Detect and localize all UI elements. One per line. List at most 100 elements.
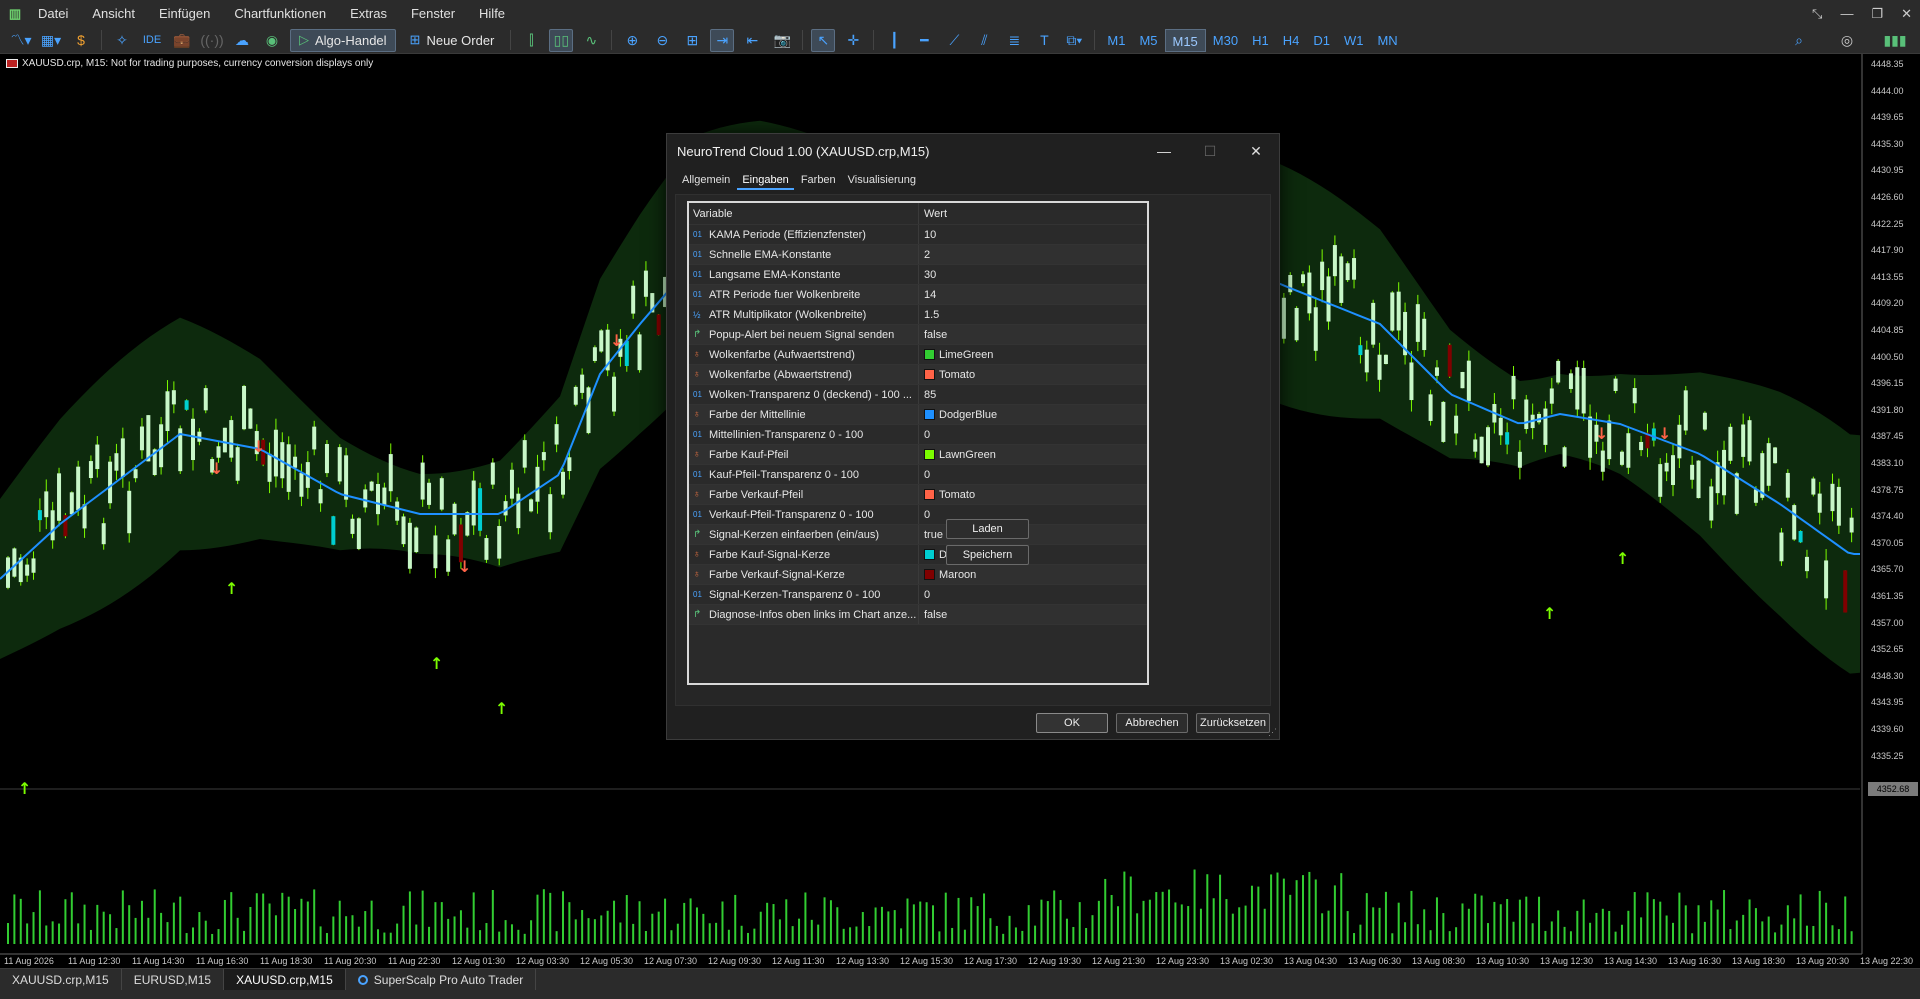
param-row[interactable]: ♁ Farbe der Mittellinie DodgerBlue xyxy=(689,405,1147,425)
menu-chartfunktionen[interactable]: Chartfunktionen xyxy=(222,0,338,27)
param-row[interactable]: ↱ Signal-Kerzen einfaerben (ein/aus) true xyxy=(689,525,1147,545)
param-row[interactable]: 01 Kauf-Pfeil-Transparenz 0 - 100 0 xyxy=(689,465,1147,485)
cancel-button[interactable]: Abbrechen xyxy=(1116,713,1188,733)
inputs-table[interactable]: Variable Wert 01 KAMA Periode (Effizienzf… xyxy=(687,201,1149,685)
param-value-cell[interactable]: Tomato xyxy=(919,485,1147,504)
briefcase-icon[interactable]: 💼 xyxy=(170,29,194,52)
tab-visualisierung[interactable]: Visualisierung xyxy=(843,172,921,190)
tab-farben[interactable]: Farben xyxy=(796,172,841,190)
timeframe-m15[interactable]: M15 xyxy=(1164,28,1206,52)
timeframe-d1[interactable]: D1 xyxy=(1306,29,1337,52)
new-order-button[interactable]: ⊞ Neue Order xyxy=(402,29,503,52)
param-value-cell[interactable]: Tomato xyxy=(919,365,1147,384)
chart-tab-xauusd-1[interactable]: XAUUSD.crp,M15 xyxy=(0,968,122,991)
chart-shift-icon[interactable]: ⇤ xyxy=(740,29,764,52)
chart-tab-superscalp[interactable]: SuperScalp Pro Auto Trader xyxy=(346,968,537,991)
signal-icon[interactable]: ((·)) xyxy=(200,29,224,52)
param-row[interactable]: ♁ Farbe Verkauf-Pfeil Tomato xyxy=(689,485,1147,505)
signal-strength-icon[interactable]: ▮▮▮ xyxy=(1883,29,1907,52)
tab-allgemein[interactable]: Allgemein xyxy=(677,172,735,190)
dialog-close-icon[interactable]: ✕ xyxy=(1233,134,1279,168)
param-value-cell[interactable]: 0 xyxy=(919,425,1147,444)
minimize-icon[interactable]: — xyxy=(1840,6,1853,21)
param-row[interactable]: 01 Schnelle EMA-Konstante 2 xyxy=(689,245,1147,265)
param-value-cell[interactable]: 2 xyxy=(919,245,1147,264)
autoscroll-icon[interactable]: ⇥ xyxy=(710,28,735,52)
crosshair-icon[interactable]: ✛ xyxy=(841,29,865,52)
save-button[interactable]: Speichern xyxy=(946,545,1029,565)
vps-icon[interactable]: ◉ xyxy=(260,29,284,52)
reset-button[interactable]: Zurücksetzen xyxy=(1196,713,1270,733)
param-value-cell[interactable]: DodgerBlue xyxy=(919,405,1147,424)
param-row[interactable]: ♁ Farbe Verkauf-Signal-Kerze Maroon xyxy=(689,565,1147,585)
candlestick-icon[interactable]: ▯▯ xyxy=(549,28,574,52)
param-row[interactable]: 01 ATR Periode fuer Wolkenbreite 14 xyxy=(689,285,1147,305)
param-value-cell[interactable]: 85 xyxy=(919,385,1147,404)
market-icon[interactable]: $ xyxy=(69,29,93,52)
zoom-out-icon[interactable]: ⊖ xyxy=(650,29,674,52)
param-row[interactable]: ♁ Farbe Kauf-Pfeil LawnGreen xyxy=(689,445,1147,465)
param-row[interactable]: 01 Wolken-Transparenz 0 (deckend) - 100 .… xyxy=(689,385,1147,405)
account-icon[interactable]: ◎ xyxy=(1835,29,1859,52)
param-row[interactable]: ↱ Popup-Alert bei neuem Signal senden fals… xyxy=(689,325,1147,345)
chart-tab-eurusd[interactable]: EURUSD,M15 xyxy=(122,968,225,991)
timeframe-m1[interactable]: M1 xyxy=(1100,29,1132,52)
param-row[interactable]: ♁ Wolkenfarbe (Abwaertstrend) Tomato xyxy=(689,365,1147,385)
shapes-icon[interactable]: ⧉▾ xyxy=(1062,29,1086,52)
strategy-tester-icon[interactable]: ✧ xyxy=(110,29,134,52)
resize-grip-icon[interactable]: ⋰ xyxy=(1268,727,1277,738)
param-row[interactable]: 01 KAMA Periode (Effizienzfenster) 10 xyxy=(689,225,1147,245)
menu-fenster[interactable]: Fenster xyxy=(399,0,467,27)
maximize-icon[interactable]: ❐ xyxy=(1871,6,1883,22)
param-row[interactable]: 01 Signal-Kerzen-Transparenz 0 - 100 0 xyxy=(689,585,1147,605)
param-row[interactable]: ↱ Diagnose-Infos oben links im Chart anze… xyxy=(689,605,1147,625)
tile-windows-icon[interactable]: ⊞ xyxy=(680,29,704,52)
timeframe-w1[interactable]: W1 xyxy=(1337,29,1371,52)
fibonacci-icon[interactable]: ≣ xyxy=(1002,29,1026,52)
chart-type-icon[interactable]: 〽▾ xyxy=(9,29,33,52)
text-tool-icon[interactable]: T xyxy=(1032,29,1056,52)
cloud-icon[interactable]: ☁ xyxy=(230,29,254,52)
menu-hilfe[interactable]: Hilfe xyxy=(467,0,517,27)
param-row[interactable]: 01 Mittellinien-Transparenz 0 - 100 0 xyxy=(689,425,1147,445)
param-value-cell[interactable]: 10 xyxy=(919,225,1147,244)
ok-button[interactable]: OK xyxy=(1036,713,1108,733)
param-value-cell[interactable]: false xyxy=(919,325,1147,344)
param-value-cell[interactable]: 30 xyxy=(919,265,1147,284)
dialog-maximize-icon[interactable]: ☐ xyxy=(1187,134,1233,168)
horizontal-line-icon[interactable]: ━ xyxy=(912,29,936,52)
vertical-line-icon[interactable]: ┃ xyxy=(882,29,906,52)
trendline-icon[interactable]: ⟋ xyxy=(942,29,966,52)
timeframe-h4[interactable]: H4 xyxy=(1276,29,1307,52)
param-value-cell[interactable]: false xyxy=(919,605,1147,624)
menu-ansicht[interactable]: Ansicht xyxy=(80,0,147,27)
channel-icon[interactable]: ⫽ xyxy=(972,29,996,52)
timeframe-m30[interactable]: M30 xyxy=(1206,29,1245,52)
timeframe-m5[interactable]: M5 xyxy=(1132,29,1164,52)
screenshot-icon[interactable]: 📷 xyxy=(770,29,794,52)
cursor-icon[interactable]: ↖ xyxy=(811,28,836,52)
param-row[interactable]: ♁ Wolkenfarbe (Aufwaertstrend) LimeGreen xyxy=(689,345,1147,365)
timeframe-mn[interactable]: MN xyxy=(1370,29,1404,52)
param-value-cell[interactable]: 0 xyxy=(919,585,1147,604)
bar-chart-icon[interactable]: ⫿ xyxy=(519,29,543,52)
load-button[interactable]: Laden xyxy=(946,519,1029,539)
param-value-cell[interactable]: 14 xyxy=(919,285,1147,304)
param-row[interactable]: ♁Farbe Kauf-Signal-KerzeDarkTurquoise xyxy=(689,545,1147,565)
param-value-cell[interactable]: LimeGreen xyxy=(919,345,1147,364)
menu-datei[interactable]: Datei xyxy=(26,0,80,27)
param-row[interactable]: ½ ATR Multiplikator (Wolkenbreite) 1.5 xyxy=(689,305,1147,325)
templates-icon[interactable]: ▦▾ xyxy=(39,29,63,52)
tab-eingaben[interactable]: Eingaben xyxy=(737,172,794,190)
zoom-in-icon[interactable]: ⊕ xyxy=(620,29,644,52)
line-chart-icon[interactable]: ∿ xyxy=(579,29,603,52)
close-icon[interactable]: ✕ xyxy=(1901,6,1912,22)
dialog-titlebar[interactable]: NeuroTrend Cloud 1.00 (XAUUSD.crp,M15) —… xyxy=(667,134,1279,168)
algo-trading-button[interactable]: ▷ Algo-Handel xyxy=(290,28,396,52)
restore-layout-icon[interactable]: ⤡ xyxy=(1812,6,1822,22)
search-icon[interactable]: ⌕ xyxy=(1787,29,1811,52)
menu-einfuegen[interactable]: Einfügen xyxy=(147,0,222,27)
param-value-cell[interactable]: 0 xyxy=(919,465,1147,484)
chart-tab-xauusd-2[interactable]: XAUUSD.crp,M15 xyxy=(224,968,346,991)
ide-button[interactable]: IDE xyxy=(140,29,164,52)
